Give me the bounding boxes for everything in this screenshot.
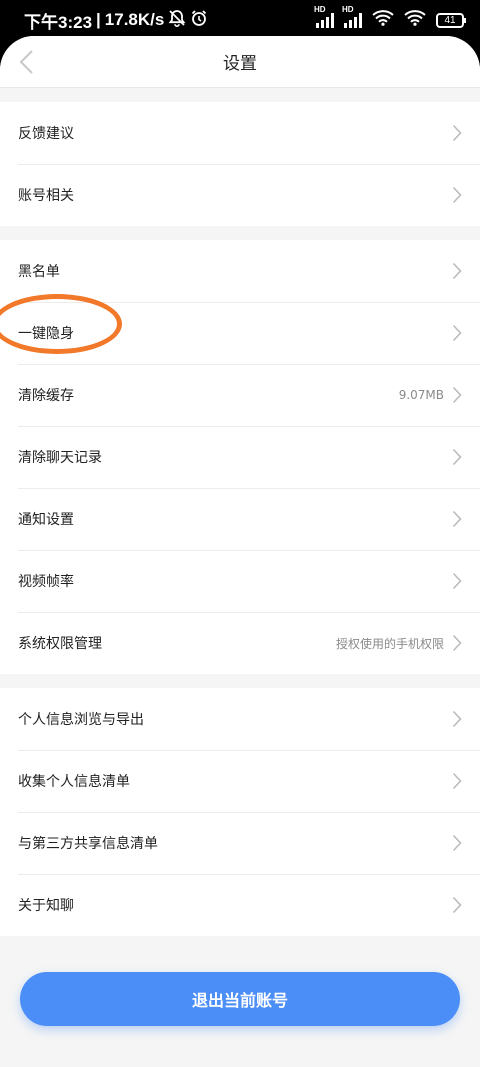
cache-size-value: 9.07MB [398,388,444,402]
settings-item-label: 与第三方共享信息清单 [18,836,158,852]
page-title: 设置 [223,54,257,74]
status-bar: 下午3:23 | 17.8K/s HD HD 41 [0,0,480,40]
chevron-right-icon [452,510,462,528]
settings-group-account: 反馈建议 账号相关 [0,102,480,226]
chevron-left-icon [19,50,33,74]
settings-item-label: 清除聊天记录 [18,450,102,466]
settings-item-blacklist[interactable]: 黑名单 [0,240,480,302]
mute-bell-icon [168,9,186,32]
settings-item-invisible-mode[interactable]: 一键隐身 [0,302,480,364]
status-time: 下午3:23 [24,12,93,32]
settings-item-feedback[interactable]: 反馈建议 [0,102,480,164]
chevron-right-icon [452,772,462,790]
settings-item-permissions[interactable]: 系统权限管理 授权使用的手机权限 [0,612,480,674]
signal-icon: HD [342,5,362,28]
chevron-right-icon [452,896,462,914]
settings-item-personal-info-export[interactable]: 个人信息浏览与导出 [0,688,480,750]
status-separator: | [96,10,101,29]
chevron-right-icon [452,634,462,652]
settings-item-label: 黑名单 [18,264,60,280]
settings-item-notifications[interactable]: 通知设置 [0,488,480,550]
settings-item-label: 账号相关 [18,188,74,204]
settings-item-label: 反馈建议 [18,126,74,142]
network-speed: 17.8K/s [104,10,165,29]
chevron-right-icon [452,386,462,404]
nav-bar: 设置 [0,36,480,88]
settings-item-collected-info-list[interactable]: 收集个人信息清单 [0,750,480,812]
wifi-icon [372,9,394,31]
chevron-right-icon [452,324,462,342]
chevron-right-icon [452,448,462,466]
settings-item-label: 系统权限管理 [18,636,102,652]
settings-item-clear-cache[interactable]: 清除缓存 9.07MB [0,364,480,426]
battery-level: 41 [444,14,456,26]
settings-item-about[interactable]: 关于知聊 [0,874,480,936]
chevron-right-icon [452,572,462,590]
chevron-right-icon [452,124,462,142]
settings-item-label: 收集个人信息清单 [18,774,130,790]
settings-item-label: 个人信息浏览与导出 [18,712,144,728]
back-button[interactable] [16,48,42,76]
settings-screen: 设置 反馈建议 账号相关 黑名单 一键隐身 清除缓存 9.07MB 清除聊天记录 [0,36,480,1067]
settings-item-label: 通知设置 [18,512,74,528]
settings-item-third-party-sharing[interactable]: 与第三方共享信息清单 [0,812,480,874]
alarm-icon [190,9,208,32]
settings-group-general: 黑名单 一键隐身 清除缓存 9.07MB 清除聊天记录 通知设置 视频帧率 系统… [0,240,480,674]
settings-item-label: 视频帧率 [18,574,74,590]
settings-item-account[interactable]: 账号相关 [0,164,480,226]
chevron-right-icon [452,262,462,280]
settings-item-label: 一键隐身 [18,326,74,342]
signal-icon: HD [314,5,334,28]
settings-item-clear-chat[interactable]: 清除聊天记录 [0,426,480,488]
logout-button[interactable]: 退出当前账号 [20,972,460,1026]
settings-group-privacy: 个人信息浏览与导出 收集个人信息清单 与第三方共享信息清单 关于知聊 [0,688,480,936]
chevron-right-icon [452,710,462,728]
wifi-icon [404,9,426,31]
battery-icon: 41 [436,12,466,28]
permissions-hint: 授权使用的手机权限 [335,636,444,651]
chevron-right-icon [452,186,462,204]
settings-item-label: 清除缓存 [18,388,74,404]
chevron-right-icon [452,834,462,852]
settings-item-video-framerate[interactable]: 视频帧率 [0,550,480,612]
settings-item-label: 关于知聊 [18,898,74,914]
